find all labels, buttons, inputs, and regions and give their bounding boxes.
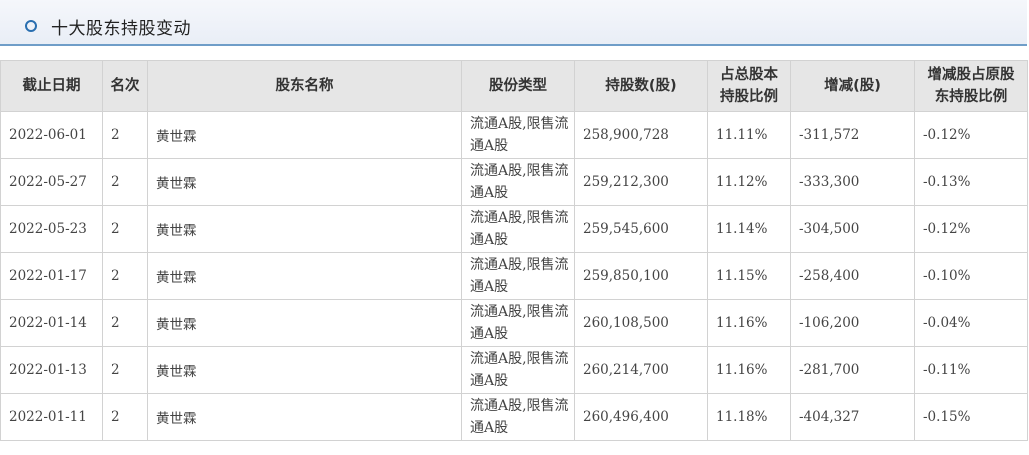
cell-change-ratio: -0.10%	[914, 252, 1028, 300]
cell-name: 黄世霖	[147, 252, 462, 300]
cell-change-ratio: -0.11%	[914, 346, 1028, 394]
header-rank: 名次	[102, 60, 148, 112]
section-title: 十大股东持股变动	[51, 19, 191, 39]
header-shares: 持股数(股)	[574, 60, 708, 112]
cell-name: 黄世霖	[147, 205, 462, 253]
header-change-ratio-line2: 东持股比例	[934, 89, 1008, 105]
cell-change: -281,700	[790, 346, 915, 394]
cell-rank: 2	[102, 393, 148, 441]
table-header-row: 截止日期 名次 股东名称 股份类型 持股数(股) 占总股本 持股比例 增减(股) …	[0, 60, 1028, 112]
cell-change: -304,500	[790, 205, 915, 253]
cell-rank: 2	[102, 205, 148, 253]
cell-name: 黄世霖	[147, 346, 462, 394]
header-date: 截止日期	[0, 60, 103, 112]
table-row: 2022-06-01 2 黄世霖 流通A股,限售流通A股 258,900,728…	[0, 111, 1028, 159]
cell-change: -106,200	[790, 299, 915, 347]
cell-date: 2022-01-14	[0, 299, 103, 347]
cell-shares: 258,900,728	[574, 111, 708, 159]
header-ratio-line1: 占总股本	[720, 67, 778, 83]
cell-change-ratio: -0.04%	[914, 299, 1028, 347]
cell-type: 流通A股,限售流通A股	[461, 111, 575, 159]
cell-name: 黄世霖	[147, 111, 462, 159]
cell-shares: 259,212,300	[574, 158, 708, 206]
cell-change-ratio: -0.12%	[914, 111, 1028, 159]
table-row: 2022-01-13 2 黄世霖 流通A股,限售流通A股 260,214,700…	[0, 346, 1028, 394]
cell-shares: 259,545,600	[574, 205, 708, 253]
cell-name: 黄世霖	[147, 393, 462, 441]
header-type: 股份类型	[461, 60, 575, 112]
cell-date: 2022-01-13	[0, 346, 103, 394]
cell-change: -333,300	[790, 158, 915, 206]
header-change: 增减(股)	[790, 60, 915, 112]
circle-ring-icon	[25, 20, 37, 32]
header-ratio: 占总股本 持股比例	[707, 60, 791, 112]
cell-ratio: 11.15%	[707, 252, 791, 300]
cell-rank: 2	[102, 346, 148, 394]
cell-shares: 260,108,500	[574, 299, 708, 347]
cell-change-ratio: -0.12%	[914, 205, 1028, 253]
cell-change-ratio: -0.15%	[914, 393, 1028, 441]
cell-rank: 2	[102, 299, 148, 347]
cell-type: 流通A股,限售流通A股	[461, 346, 575, 394]
cell-ratio: 11.12%	[707, 158, 791, 206]
table-row: 2022-05-27 2 黄世霖 流通A股,限售流通A股 259,212,300…	[0, 158, 1028, 206]
cell-ratio: 11.14%	[707, 205, 791, 253]
cell-ratio: 11.16%	[707, 346, 791, 394]
cell-type: 流通A股,限售流通A股	[461, 158, 575, 206]
cell-date: 2022-01-11	[0, 393, 103, 441]
cell-ratio: 11.16%	[707, 299, 791, 347]
cell-date: 2022-05-27	[0, 158, 103, 206]
cell-rank: 2	[102, 111, 148, 159]
cell-name: 黄世霖	[147, 158, 462, 206]
cell-change: -404,327	[790, 393, 915, 441]
shareholder-change-table: 截止日期 名次 股东名称 股份类型 持股数(股) 占总股本 持股比例 增减(股) …	[0, 60, 1028, 441]
header-change-ratio-line1: 增减股占原股	[927, 67, 1015, 83]
cell-type: 流通A股,限售流通A股	[461, 205, 575, 253]
cell-date: 2022-06-01	[0, 111, 103, 159]
cell-name: 黄世霖	[147, 299, 462, 347]
cell-type: 流通A股,限售流通A股	[461, 393, 575, 441]
cell-date: 2022-05-23	[0, 205, 103, 253]
cell-ratio: 11.18%	[707, 393, 791, 441]
cell-shares: 260,496,400	[574, 393, 708, 441]
table-row: 2022-01-11 2 黄世霖 流通A股,限售流通A股 260,496,400…	[0, 393, 1028, 441]
cell-ratio: 11.11%	[707, 111, 791, 159]
table-row: 2022-01-14 2 黄世霖 流通A股,限售流通A股 260,108,500…	[0, 299, 1028, 347]
cell-change-ratio: -0.13%	[914, 158, 1028, 206]
table-row: 2022-01-17 2 黄世霖 流通A股,限售流通A股 259,850,100…	[0, 252, 1028, 300]
header-change-ratio: 增减股占原股 东持股比例	[914, 60, 1028, 112]
cell-shares: 260,214,700	[574, 346, 708, 394]
cell-change: -258,400	[790, 252, 915, 300]
cell-type: 流通A股,限售流通A股	[461, 299, 575, 347]
section-header: 十大股东持股变动	[0, 0, 1027, 46]
table-row: 2022-05-23 2 黄世霖 流通A股,限售流通A股 259,545,600…	[0, 205, 1028, 253]
cell-rank: 2	[102, 252, 148, 300]
cell-rank: 2	[102, 158, 148, 206]
cell-type: 流通A股,限售流通A股	[461, 252, 575, 300]
cell-shares: 259,850,100	[574, 252, 708, 300]
header-name: 股东名称	[147, 60, 462, 112]
cell-change: -311,572	[790, 111, 915, 159]
cell-date: 2022-01-17	[0, 252, 103, 300]
header-ratio-line2: 持股比例	[720, 89, 778, 105]
